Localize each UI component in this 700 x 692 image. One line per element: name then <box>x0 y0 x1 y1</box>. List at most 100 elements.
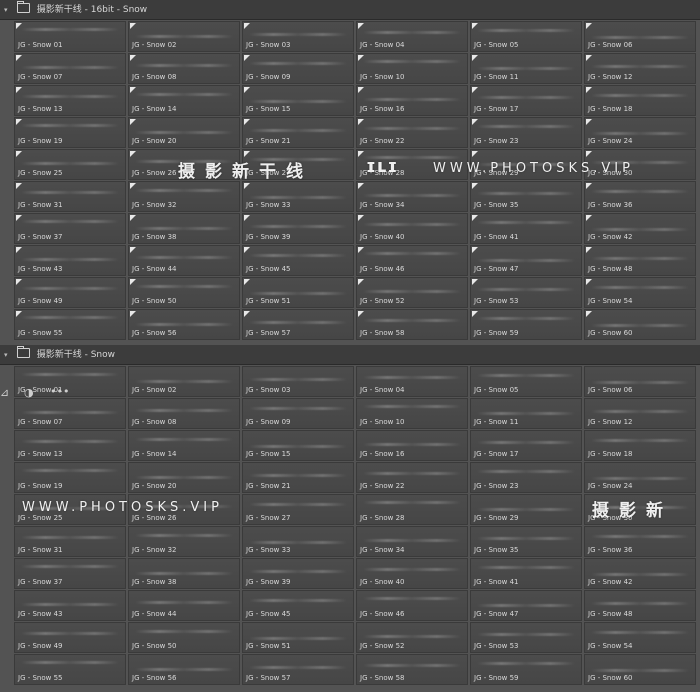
brush-tile[interactable]: JG - Snow 36 <box>584 181 696 212</box>
brush-tile[interactable]: JG - Snow 24 <box>584 117 696 148</box>
brush-tile[interactable]: JG - Snow 32 <box>128 181 240 212</box>
brush-tile[interactable]: JG - Snow 20 <box>128 117 240 148</box>
brush-tile[interactable]: JG - Snow 03 <box>242 21 354 52</box>
brush-tile[interactable]: JG - Snow 06 <box>584 366 696 397</box>
brush-tile[interactable]: JG - Snow 14 <box>128 430 240 461</box>
brush-tile[interactable]: JG - Snow 16 <box>356 85 468 116</box>
brush-tile[interactable]: JG - Snow 49 <box>14 622 126 653</box>
contrast-icon[interactable]: ◑ <box>24 386 34 399</box>
brush-tile[interactable]: JG - Snow 24 <box>584 462 696 493</box>
brush-tile[interactable]: JG - Snow 47 <box>470 245 582 276</box>
brush-tile[interactable]: JG - Snow 17 <box>470 430 582 461</box>
brush-tile[interactable]: JG - Snow 47 <box>470 590 582 621</box>
brush-tile[interactable]: JG - Snow 10 <box>356 398 468 429</box>
brush-tile[interactable]: JG - Snow 13 <box>14 85 126 116</box>
brush-tile[interactable]: JG - Snow 22 <box>356 117 468 148</box>
brush-tile[interactable]: JG - Snow 31 <box>14 526 126 557</box>
brush-tile[interactable]: JG - Snow 32 <box>128 526 240 557</box>
brush-tile[interactable]: JG - Snow 45 <box>242 590 354 621</box>
brush-tile[interactable]: JG - Snow 42 <box>584 213 696 244</box>
brush-tile[interactable]: JG - Snow 33 <box>242 526 354 557</box>
brush-tile[interactable]: JG - Snow 07 <box>14 53 126 84</box>
brush-tile[interactable]: JG - Snow 25 <box>14 149 126 180</box>
brush-tile[interactable]: JG - Snow 19 <box>14 117 126 148</box>
brush-tile[interactable]: JG - Snow 37 <box>14 213 126 244</box>
brush-tile[interactable]: JG - Snow 16 <box>356 430 468 461</box>
brush-tile[interactable]: JG - Snow 46 <box>356 590 468 621</box>
brush-tile[interactable]: JG - Snow 54 <box>584 622 696 653</box>
brush-tile[interactable]: JG - Snow 40 <box>356 558 468 589</box>
brush-tile[interactable]: JG - Snow 07 <box>14 398 126 429</box>
brush-tile[interactable]: JG - Snow 02 <box>128 366 240 397</box>
brush-tile[interactable]: JG - Snow 46 <box>356 245 468 276</box>
brush-tile[interactable]: JG - Snow 06 <box>584 21 696 52</box>
brush-tile[interactable]: JG - Snow 22 <box>356 462 468 493</box>
brush-tile[interactable]: JG - Snow 38 <box>128 213 240 244</box>
brush-tile[interactable]: JG - Snow 03 <box>242 366 354 397</box>
brush-tile[interactable]: JG - Snow 15 <box>242 85 354 116</box>
brush-tile[interactable]: JG - Snow 29 <box>470 494 582 525</box>
brush-tile[interactable]: JG - Snow 19 <box>14 462 126 493</box>
brush-tile[interactable]: JG - Snow 27 <box>242 494 354 525</box>
brush-tile[interactable]: JG - Snow 09 <box>242 398 354 429</box>
brush-tile[interactable]: JG - Snow 31 <box>14 181 126 212</box>
brush-tile[interactable]: JG - Snow 44 <box>128 590 240 621</box>
brush-tile[interactable]: JG - Snow 14 <box>128 85 240 116</box>
chevron-down-icon[interactable]: ▾ <box>4 345 14 365</box>
brush-tile[interactable]: JG - Snow 12 <box>584 53 696 84</box>
brush-tile[interactable]: JG - Snow 15 <box>242 430 354 461</box>
brush-tile[interactable]: JG - Snow 39 <box>242 558 354 589</box>
brush-tile[interactable]: JG - Snow 56 <box>128 309 240 340</box>
brush-tile[interactable]: JG - Snow 11 <box>470 53 582 84</box>
more-icon[interactable]: ••• <box>50 385 69 398</box>
brush-tile[interactable]: JG - Snow 49 <box>14 277 126 308</box>
brush-tile[interactable]: JG - Snow 59 <box>470 654 582 685</box>
brush-tile[interactable]: JG - Snow 08 <box>128 53 240 84</box>
brush-tile[interactable]: JG - Snow 18 <box>584 430 696 461</box>
brush-tile[interactable]: JG - Snow 60 <box>584 309 696 340</box>
brush-tile[interactable]: JG - Snow 53 <box>470 277 582 308</box>
brush-tile[interactable]: JG - Snow 59 <box>470 309 582 340</box>
brush-tile[interactable]: JG - Snow 04 <box>356 366 468 397</box>
brush-tile[interactable]: JG - Snow 35 <box>470 526 582 557</box>
brush-tile[interactable]: JG - Snow 38 <box>128 558 240 589</box>
brush-tile[interactable]: JG - Snow 20 <box>128 462 240 493</box>
brush-tile[interactable]: JG - Snow 43 <box>14 245 126 276</box>
brush-tile[interactable]: JG - Snow 09 <box>242 53 354 84</box>
brush-tile[interactable]: JG - Snow 23 <box>470 462 582 493</box>
brush-tile[interactable]: JG - Snow 48 <box>584 590 696 621</box>
brush-tile[interactable]: JG - Snow 04 <box>356 21 468 52</box>
brush-tile[interactable]: JG - Snow 45 <box>242 245 354 276</box>
brush-tile[interactable]: JG - Snow 48 <box>584 245 696 276</box>
brush-tile[interactable]: JG - Snow 13 <box>14 430 126 461</box>
brush-tile[interactable]: JG - Snow 34 <box>356 181 468 212</box>
brush-tile[interactable]: JG - Snow 36 <box>584 526 696 557</box>
brush-tile[interactable]: JG - Snow 37 <box>14 558 126 589</box>
brush-tile[interactable]: JG - Snow 50 <box>128 277 240 308</box>
brush-tile[interactable]: JG - Snow 52 <box>356 277 468 308</box>
brush-tile[interactable]: JG - Snow 54 <box>584 277 696 308</box>
brush-tile[interactable]: JG - Snow 18 <box>584 85 696 116</box>
brush-tile[interactable]: JG - Snow 34 <box>356 526 468 557</box>
brush-tile[interactable]: JG - Snow 33 <box>242 181 354 212</box>
brush-tile[interactable]: JG - Snow 43 <box>14 590 126 621</box>
brush-tile[interactable]: JG - Snow 11 <box>470 398 582 429</box>
brush-tile[interactable]: JG - Snow 39 <box>242 213 354 244</box>
brush-tile[interactable]: JG - Snow 56 <box>128 654 240 685</box>
brush-tile[interactable]: JG - Snow 55 <box>14 309 126 340</box>
brush-tile[interactable]: JG - Snow 52 <box>356 622 468 653</box>
brush-tile[interactable]: JG - Snow 21 <box>242 462 354 493</box>
brush-tile[interactable]: JG - Snow 57 <box>242 309 354 340</box>
group-header-snow[interactable]: ▾ 摄影新干线 - Snow <box>0 345 700 365</box>
brush-tile[interactable]: JG - Snow 50 <box>128 622 240 653</box>
brush-tile[interactable]: JG - Snow 05 <box>470 366 582 397</box>
brush-tile[interactable]: JG - Snow 21 <box>242 117 354 148</box>
brush-tile[interactable]: JG - Snow 58 <box>356 309 468 340</box>
brush-tile[interactable]: JG - Snow 28 <box>356 494 468 525</box>
transform-icon[interactable]: ⊿ <box>0 386 9 399</box>
brush-tile[interactable]: JG - Snow 05 <box>470 21 582 52</box>
brush-tile[interactable]: JG - Snow 51 <box>242 277 354 308</box>
brush-tile[interactable]: JG - Snow 10 <box>356 53 468 84</box>
brush-tile[interactable]: JG - Snow 51 <box>242 622 354 653</box>
brush-tile[interactable]: JG - Snow 58 <box>356 654 468 685</box>
